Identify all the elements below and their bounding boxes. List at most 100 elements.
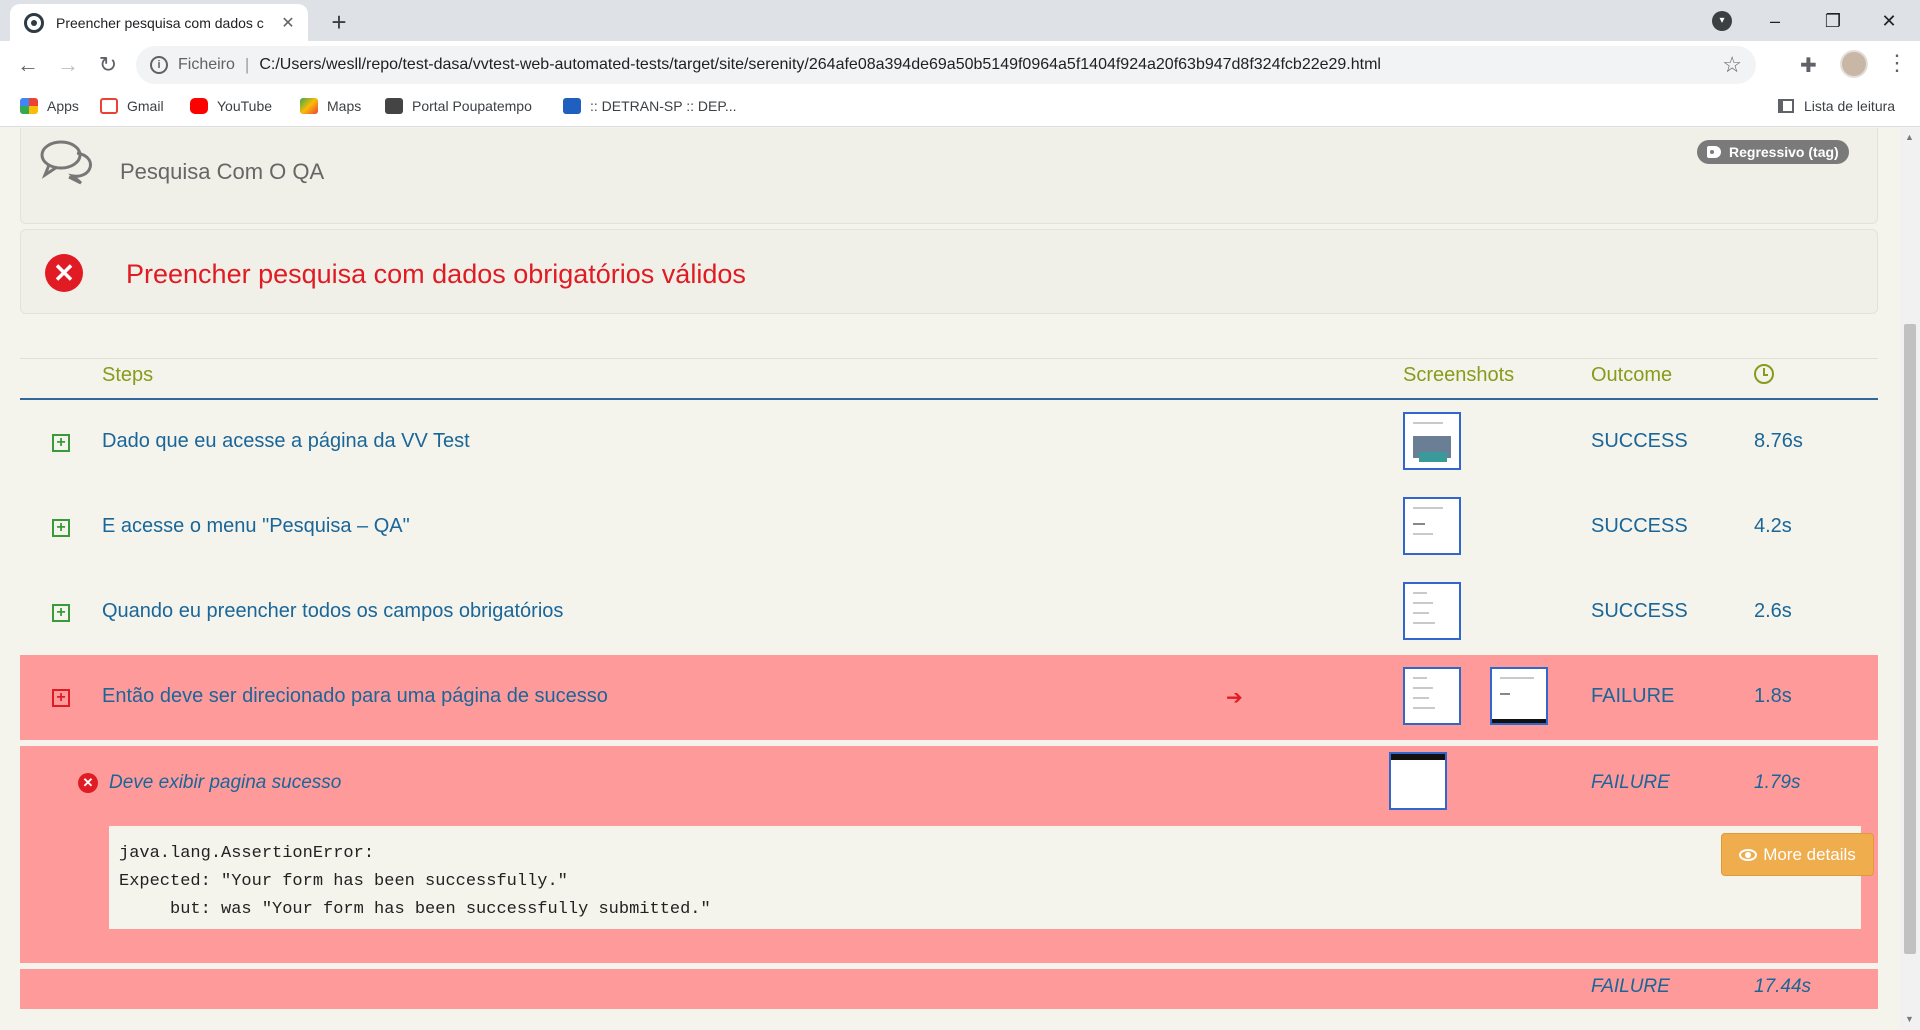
scenario-card: ✕ Preencher pesquisa com dados obrigatór… <box>20 229 1878 314</box>
step-outcome: FAILURE <box>1591 685 1675 707</box>
error-line: java.lang.AssertionError: <box>119 844 375 863</box>
maps-icon <box>300 98 318 114</box>
expand-plus-icon[interactable]: + <box>52 519 70 537</box>
steps-table: Steps Screenshots Outcome + Dado que eu … <box>20 358 1878 1009</box>
step-duration: 1.8s <box>1754 685 1792 707</box>
step-text: Então deve ser direcionado para uma pági… <box>102 685 608 707</box>
step-outcome: SUCCESS <box>1591 600 1688 622</box>
screenshot-thumbnail[interactable] <box>1403 497 1461 555</box>
step-text: E acesse o menu "Pesquisa – QA" <box>102 515 410 537</box>
tab-title: Preencher pesquisa com dados c <box>56 14 264 31</box>
reading-list-icon <box>1778 99 1794 113</box>
page-scrollbar[interactable]: ▲ ▼ <box>1900 128 1920 1030</box>
step-row: + E acesse o menu "Pesquisa – QA" SUCCES… <box>20 485 1878 570</box>
story-title: Pesquisa Com O QA <box>120 159 325 184</box>
scenario-title: Preencher pesquisa com dados obrigatório… <box>126 259 746 289</box>
screenshot-thumbnail[interactable] <box>1490 667 1548 725</box>
bookmark-label: Gmail <box>127 98 164 114</box>
url-text[interactable]: C:/Users/wesll/repo/test-dasa/vvtest-web… <box>259 56 1381 74</box>
apps-grid-icon <box>20 98 38 114</box>
comments-icon <box>40 140 92 185</box>
gmail-icon <box>100 98 118 114</box>
screenshot-thumbnail[interactable] <box>1389 752 1447 810</box>
close-tab-icon[interactable]: ✕ <box>278 13 298 33</box>
error-line: Expected: "Your form has been successful… <box>119 872 568 891</box>
sub-step-text: Deve exibir pagina sucesso <box>109 772 342 793</box>
close-window-button[interactable]: ✕ <box>1866 6 1912 36</box>
scheme-label: Ficheiro <box>178 56 235 73</box>
step-row: + Dado que eu acesse a página da VV Test… <box>20 400 1878 485</box>
total-outcome: FAILURE <box>1591 976 1670 997</box>
arrow-right-icon: ➔ <box>1226 687 1243 709</box>
profile-avatar[interactable] <box>1840 50 1868 78</box>
reading-list-button[interactable]: Lista de leitura <box>1778 98 1895 114</box>
steps-column-header: Steps <box>102 364 154 386</box>
tag-icon <box>1707 146 1721 158</box>
address-bar[interactable]: i Ficheiro | C:/Users/wesll/repo/test-da… <box>136 46 1756 84</box>
bookmark-detran[interactable]: :: DETRAN-SP :: DEP... <box>563 98 737 114</box>
step-duration: 8.76s <box>1754 430 1803 452</box>
step-text: Dado que eu acesse a página da VV Test <box>102 430 470 452</box>
tag-badge[interactable]: Regressivo (tag) <box>1697 140 1849 164</box>
restore-button[interactable]: ❐ <box>1810 6 1856 36</box>
poupatempo-icon <box>385 98 403 114</box>
failure-circle-icon: ✕ <box>78 773 98 793</box>
page-favicon-icon <box>24 12 44 33</box>
detran-icon <box>563 98 581 114</box>
screenshots-column-header: Screenshots <box>1403 364 1515 386</box>
minimize-button[interactable]: – <box>1752 6 1798 36</box>
bookmark-maps[interactable]: Maps <box>300 98 361 114</box>
scroll-up-icon[interactable]: ▲ <box>1905 132 1914 142</box>
new-tab-button[interactable]: + <box>325 7 353 38</box>
step-row: + Quando eu preencher todos os campos ob… <box>20 570 1878 655</box>
step-duration: 2.6s <box>1754 600 1792 622</box>
scroll-down-icon[interactable]: ▼ <box>1905 1014 1914 1024</box>
bookmark-youtube[interactable]: YouTube <box>190 98 272 114</box>
eye-icon <box>1739 848 1758 861</box>
sub-step-row: ✕ Deve exibir pagina sucesso FAILURE 1.7… <box>20 746 1878 963</box>
sub-step-outcome: FAILURE <box>1591 772 1670 793</box>
back-arrow-icon[interactable]: ← <box>12 49 44 81</box>
sub-step-duration: 1.79s <box>1754 772 1801 793</box>
steps-table-header: Steps Screenshots Outcome <box>20 358 1878 400</box>
bookmarks-bar: Apps Gmail YouTube Maps Portal Poupatemp… <box>0 90 1920 127</box>
scroll-thumb[interactable] <box>1904 324 1916 954</box>
browser-toolbar: ← → ↻ i Ficheiro | C:/Users/wesll/repo/t… <box>0 41 1920 90</box>
bookmark-apps[interactable]: Apps <box>20 98 79 114</box>
forward-arrow-icon[interactable]: → <box>52 49 84 81</box>
clock-icon <box>1754 364 1774 384</box>
extensions-puzzle-icon[interactable]: ✚ <box>1800 53 1817 78</box>
step-outcome: SUCCESS <box>1591 430 1688 452</box>
menu-kebab-icon[interactable]: ⋮ <box>1886 50 1908 76</box>
step-outcome: SUCCESS <box>1591 515 1688 537</box>
more-details-button[interactable]: More details <box>1721 833 1874 876</box>
bookmark-gmail[interactable]: Gmail <box>100 98 164 114</box>
expand-plus-icon[interactable]: + <box>52 689 70 707</box>
info-icon[interactable]: i <box>150 56 168 74</box>
step-duration: 4.2s <box>1754 515 1792 537</box>
outcome-column-header: Outcome <box>1591 364 1673 386</box>
failure-circle-icon: ✕ <box>45 254 83 292</box>
bookmark-label: Apps <box>47 98 79 114</box>
error-line: but: was "Your form has been successfull… <box>119 900 711 919</box>
total-row: FAILURE 17.44s <box>20 969 1878 1009</box>
bookmark-star-icon[interactable]: ☆ <box>1722 52 1742 78</box>
browser-tab[interactable]: Preencher pesquisa com dados c ✕ <box>10 4 308 41</box>
screenshot-thumbnail[interactable] <box>1403 412 1461 470</box>
step-text: Quando eu preencher todos os campos obri… <box>102 600 564 622</box>
reading-list-label: Lista de leitura <box>1804 98 1896 114</box>
tab-search-icon[interactable]: ▾ <box>1712 11 1732 31</box>
reload-icon[interactable]: ↻ <box>92 49 124 81</box>
story-card: Pesquisa Com O QA Regressivo (tag) <box>20 128 1878 224</box>
screenshot-thumbnail[interactable] <box>1403 667 1461 725</box>
bookmark-label: :: DETRAN-SP :: DEP... <box>590 98 737 114</box>
expand-plus-icon[interactable]: + <box>52 604 70 622</box>
bookmark-poupatempo[interactable]: Portal Poupatempo <box>385 98 532 114</box>
error-message-box: java.lang.AssertionError: Expected: "You… <box>109 826 1874 929</box>
youtube-icon <box>190 98 208 114</box>
tag-label: Regressivo (tag) <box>1729 144 1839 160</box>
tab-strip: Preencher pesquisa com dados c ✕ + ▾ – ❐… <box>0 0 1920 41</box>
report-page: Pesquisa Com O QA Regressivo (tag) ✕ Pre… <box>0 128 1900 1030</box>
screenshot-thumbnail[interactable] <box>1403 582 1461 640</box>
expand-plus-icon[interactable]: + <box>52 434 70 452</box>
